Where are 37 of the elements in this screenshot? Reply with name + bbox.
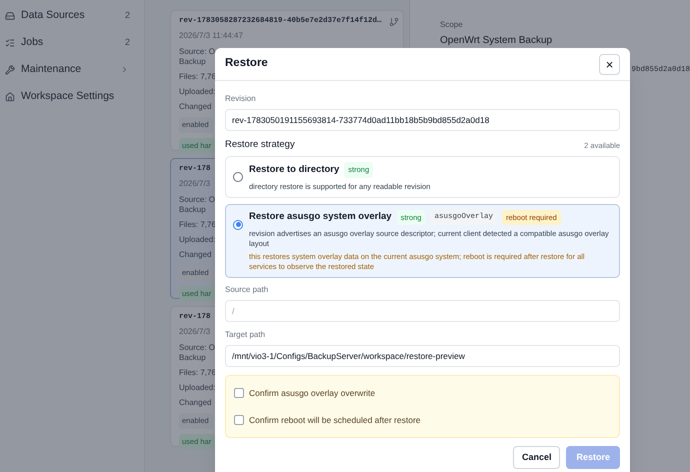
section-heading: Restore strategy xyxy=(225,138,295,152)
option-title: Restore asusgo system overlay xyxy=(249,210,392,224)
revision-detail: Uploaded: xyxy=(179,235,216,246)
sidebar-item[interactable]: Workspace Settings xyxy=(5,83,144,110)
revision-field[interactable]: rev-1783050191155693814-733774d0ad11bb18b5b9bd855d2a0d18 xyxy=(225,109,620,131)
option-title: Restore to directory xyxy=(249,162,340,177)
revision-detail: Uploaded: xyxy=(179,87,216,98)
confirm-checkbox[interactable]: Confirm reboot will be scheduled after restore xyxy=(234,414,611,426)
cancel-button[interactable]: Cancel xyxy=(512,446,560,470)
count-label: 2 xyxy=(124,8,130,22)
revision-detail: Changed xyxy=(179,250,212,260)
count-label: 2 xyxy=(124,36,130,49)
revision-detail: Backup xyxy=(179,353,206,364)
revision-detail: Source: O xyxy=(179,47,216,58)
revision-detail: Uploaded: xyxy=(179,383,216,394)
source-path-field[interactable]: / xyxy=(225,300,620,322)
field-label: Target path xyxy=(225,328,266,341)
revision-date: 2026/7/3 xyxy=(179,178,210,190)
sidebar-item[interactable]: Jobs 2 xyxy=(5,29,144,56)
field-label: Scope xyxy=(440,19,464,31)
revision-detail: Changed xyxy=(179,102,212,112)
field-label: Source path xyxy=(225,284,270,296)
revision-detail: Backup xyxy=(179,205,206,216)
revision-date: 2026/7/3 11:44:47 xyxy=(179,30,243,42)
confirm-checkbox[interactable]: Confirm asusgo overlay overwrite xyxy=(234,386,611,400)
revision-detail: Source: O xyxy=(179,195,216,206)
revision-detail: Backup xyxy=(179,57,206,68)
field-label: Revision xyxy=(225,93,257,105)
revision-date: 2026/7/3 xyxy=(179,326,210,338)
field-value: OpenWrt System Backup xyxy=(440,34,554,48)
dialog-title: Restore xyxy=(225,56,268,72)
revision-detail: Source: O xyxy=(179,343,216,354)
sidebar-item[interactable]: Maintenance xyxy=(5,56,144,83)
close-button[interactable]: × xyxy=(599,54,620,74)
target-path-field[interactable]: /mnt/vio3-1/Configs/BackupServer/workspace/restore-preview xyxy=(225,344,620,367)
sidebar-item[interactable]: Data Sources 2 xyxy=(5,2,144,29)
revision-detail: Changed xyxy=(179,398,212,408)
